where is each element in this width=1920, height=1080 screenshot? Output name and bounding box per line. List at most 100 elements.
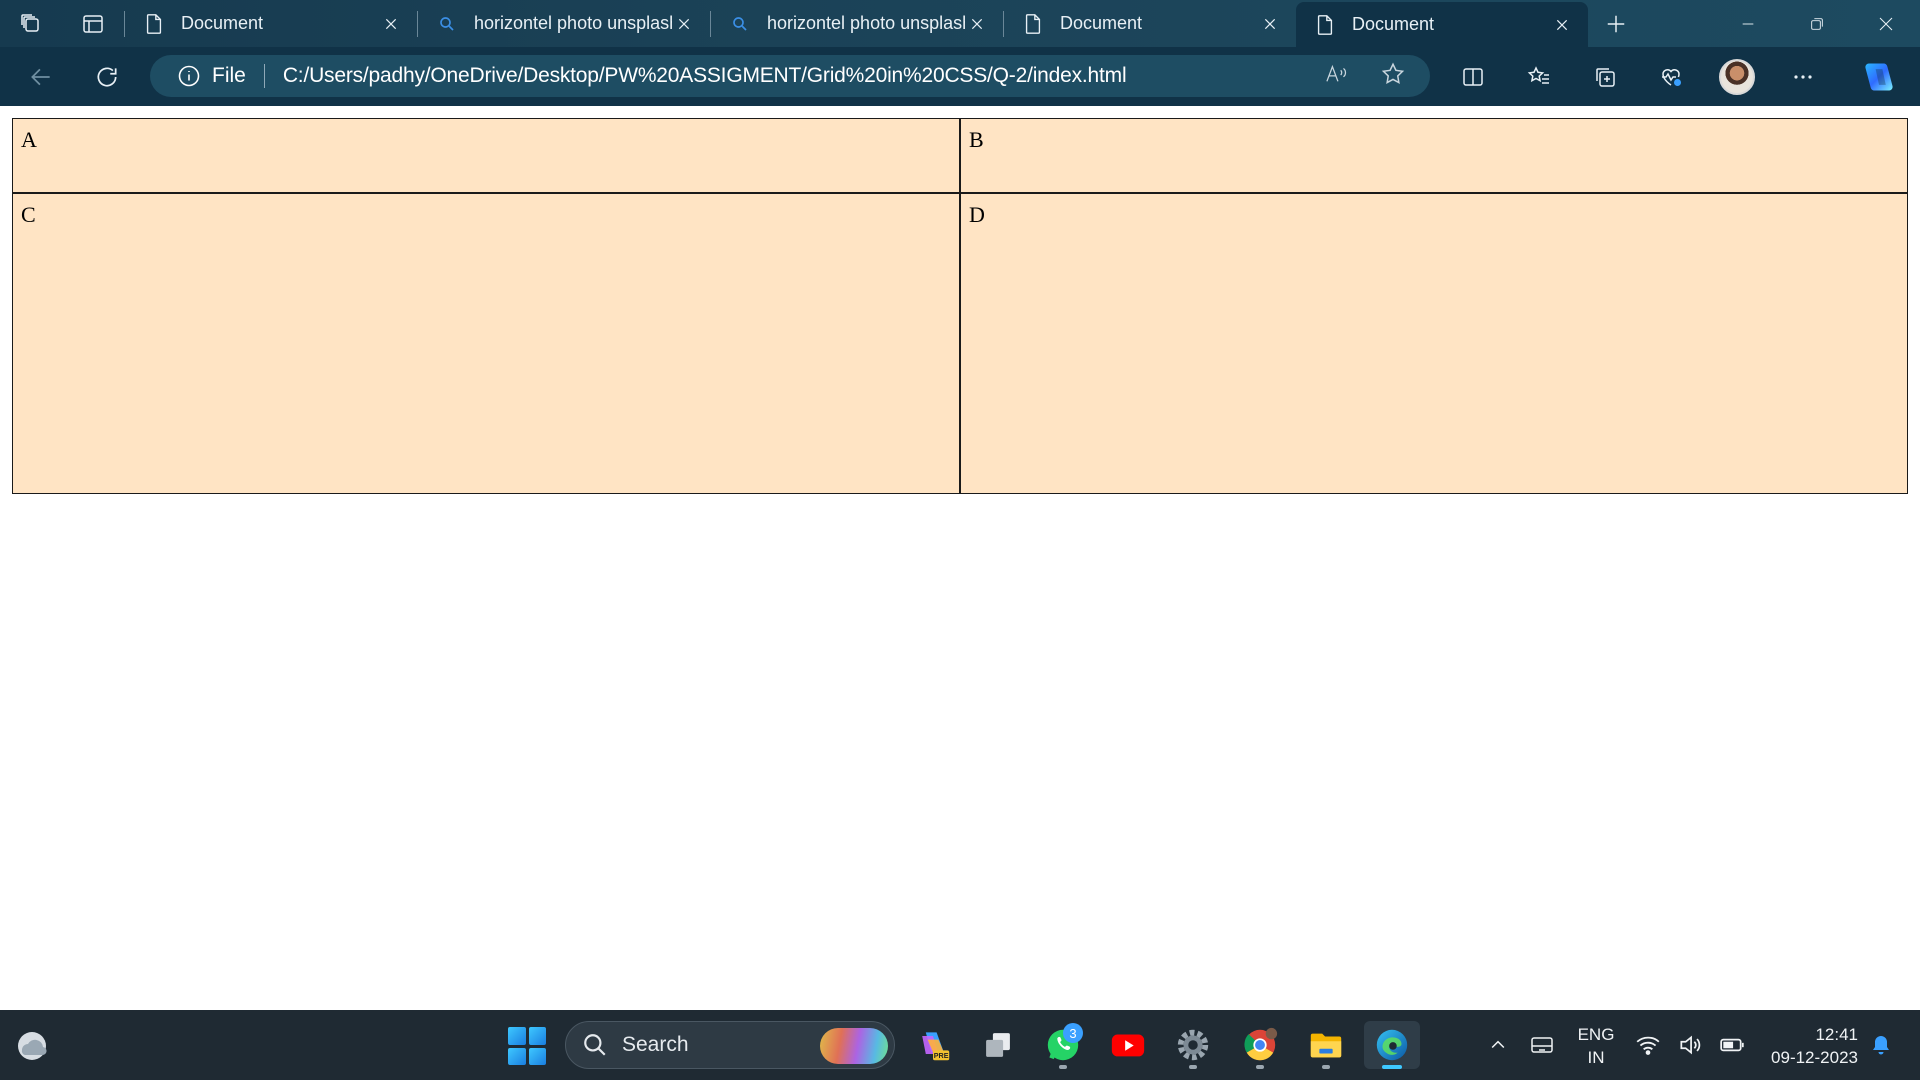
running-indicator [1382,1065,1402,1069]
tab-document-2[interactable]: Document [1004,0,1296,47]
collections-icon [1596,67,1615,87]
browser-tab-bar: Document horizontel photo unsplash horiz… [0,0,1920,47]
running-indicator [1322,1065,1330,1069]
windows-logo-tile [508,1047,526,1065]
minimize-button[interactable] [1713,0,1782,47]
windows-taskbar: Search PRE 3 ENG IN 12:41 09-12-2023 [0,1010,1920,1080]
notification-badge: 3 [1063,1023,1083,1043]
search-label: Search [622,1033,689,1056]
search-highlight-image [820,1028,888,1064]
refresh-icon [97,66,117,87]
whatsapp-app[interactable]: 3 [1035,1021,1091,1069]
show-hidden-icons-button[interactable] [1478,1010,1518,1080]
taskbar-search[interactable]: Search [565,1021,895,1069]
collections-button[interactable] [1572,47,1638,106]
page-icon [1314,14,1336,36]
grid-container: A B C D [12,118,1908,494]
page-icon [1022,13,1044,35]
read-aloud-icon[interactable] [1324,63,1350,90]
close-icon[interactable] [672,12,696,36]
tab-document-1[interactable]: Document [125,0,417,47]
settings-icon [1177,1029,1209,1061]
new-tab-button[interactable] [1588,0,1644,47]
edge-icon [1376,1029,1408,1061]
profile-button[interactable] [1704,47,1770,106]
chrome-app[interactable] [1232,1021,1288,1069]
weather-icon[interactable] [14,1028,50,1064]
system-clock[interactable]: 12:41 09-12-2023 [1756,1023,1858,1069]
input-language-indicator[interactable]: ENG IN [1575,1023,1617,1069]
tab-actions-icon[interactable] [62,0,124,47]
grid-item-c: C [12,193,960,494]
running-indicator [1189,1065,1197,1069]
favorite-star-icon[interactable] [1380,61,1406,92]
url-text[interactable]: C:/Users/padhy/OneDrive/Desktop/PW%20ASS… [283,64,1127,88]
copilot-pre-app[interactable]: PRE [905,1021,961,1069]
grid-item-b: B [960,118,1908,193]
restore-button[interactable] [1782,0,1851,47]
battery-icon [1720,1038,1744,1052]
scheme-label: File [212,64,246,87]
window-controls [1713,0,1920,47]
close-window-button[interactable] [1851,0,1920,47]
start-button[interactable] [508,1027,546,1065]
grid-item-d: D [960,193,1908,494]
quick-settings-button[interactable] [1635,1010,1745,1080]
volume-icon [1680,1035,1701,1055]
close-icon[interactable] [1258,12,1282,36]
file-explorer-app[interactable] [1298,1021,1354,1069]
windows-logo-tile [528,1047,546,1065]
touch-keyboard-button[interactable] [1522,1010,1562,1080]
info-icon[interactable] [176,63,202,89]
ellipsis-icon [1794,74,1812,79]
tab-title: horizontel photo unsplash [474,13,672,33]
task-view-icon [986,1033,1010,1057]
tab-title: Document [181,13,264,33]
tab-search-1[interactable]: horizontel photo unsplash [418,0,710,47]
windows-logo-tile [528,1027,546,1045]
back-button[interactable] [8,47,74,106]
favorites-list-icon [1527,65,1549,84]
language-region: IN [1587,1048,1605,1067]
heart-pulse-icon [1662,68,1681,86]
settings-app[interactable] [1165,1021,1221,1069]
clock-date: 09-12-2023 [1771,1048,1858,1067]
grid-item-a: A [12,118,960,193]
close-icon[interactable] [1550,13,1574,37]
restore-icon [1810,17,1823,30]
notifications-button[interactable] [1866,1010,1896,1080]
tab-search-2[interactable]: horizontel photo unsplash [711,0,1003,47]
copilot-button[interactable] [1836,47,1920,106]
split-screen-button[interactable] [1440,47,1506,106]
edge-app[interactable] [1364,1021,1420,1069]
avatar [1719,58,1755,95]
chrome-icon [1244,1027,1278,1061]
toolbar-actions [1440,47,1920,106]
close-icon [1879,17,1892,30]
copilot-pre-icon: PRE [922,1032,950,1061]
refresh-button[interactable] [74,47,140,106]
windows-logo-tile [508,1027,526,1045]
arrow-left-icon [31,68,50,85]
browser-essentials-button[interactable] [1638,47,1704,106]
youtube-app[interactable] [1100,1021,1156,1069]
copilot-icon [1865,63,1893,90]
tab-title: horizontel photo unsplash [767,13,965,33]
tab-title: Document [1352,14,1435,34]
tab-document-active[interactable]: Document [1296,2,1588,47]
youtube-icon [1111,1034,1145,1057]
chevron-up-icon [1491,1040,1505,1049]
favorites-button[interactable] [1506,47,1572,106]
task-view-app[interactable] [970,1021,1026,1069]
keyboard-icon [1531,1037,1553,1053]
file-explorer-icon [1310,1033,1342,1058]
workspaces-icon[interactable] [0,0,62,47]
close-icon[interactable] [965,12,989,36]
close-icon[interactable] [379,12,403,36]
address-bar[interactable]: File C:/Users/padhy/OneDrive/Desktop/PW%… [150,55,1430,97]
address-separator [263,64,265,88]
more-options-button[interactable] [1770,47,1836,106]
wifi-icon [1636,1036,1660,1055]
tab-title: Document [1060,13,1143,33]
bell-icon [1873,1036,1889,1055]
